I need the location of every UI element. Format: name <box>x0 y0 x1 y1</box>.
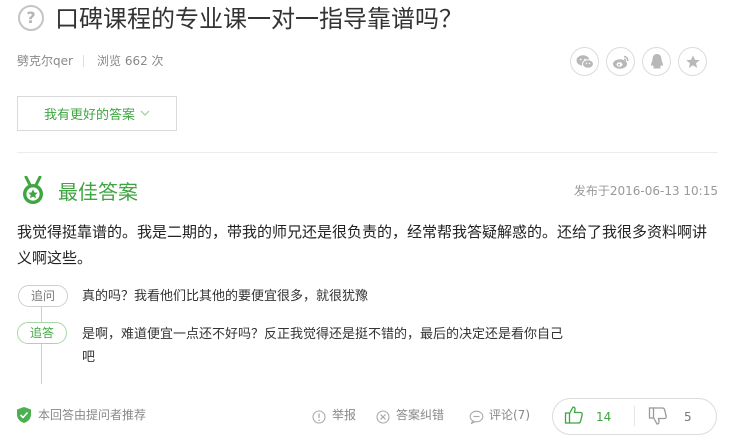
upvote-count: 14 <box>596 410 612 424</box>
meta-divider <box>83 55 84 67</box>
followup-question-tag: 追问 <box>18 285 68 307</box>
question-circle-icon: ? <box>18 5 44 31</box>
thumbs-down-icon[interactable] <box>648 406 668 430</box>
comments-link[interactable]: 评论(7) <box>489 407 530 423</box>
question-title: 口碑课程的专业课一对一指导靠谱吗？ <box>55 5 463 33</box>
report-link[interactable]: 举报 <box>332 407 356 423</box>
correction-icon[interactable] <box>376 409 390 428</box>
better-answer-button[interactable]: 我有更好的答案 <box>17 96 177 131</box>
answer-text: 我觉得挺靠谱的。我是二期的，带我的师兄还是很负责的，经常帮我答疑解惑的。还给了我… <box>17 223 708 267</box>
followup-answer-tag: 追答 <box>17 322 67 344</box>
weibo-icon[interactable] <box>606 47 635 76</box>
view-count: 浏览 662 次 <box>97 54 164 68</box>
better-answer-label: 我有更好的答案 <box>43 108 135 123</box>
comment-icon[interactable] <box>469 409 484 428</box>
section-divider <box>17 152 718 153</box>
qq-icon[interactable] <box>642 47 671 76</box>
author-name[interactable]: 劈克尔qer <box>17 53 73 69</box>
downvote-count: 5 <box>684 410 692 424</box>
wechat-icon[interactable] <box>570 47 599 76</box>
recommended-note: 本回答由提问者推荐 <box>38 408 147 422</box>
shield-check-icon <box>16 406 32 428</box>
vote-divider <box>634 406 635 426</box>
publish-time: 发布于2016-06-13 10:15 <box>573 184 718 198</box>
best-answer-medal-icon <box>20 175 46 210</box>
followup-answer-text: 是啊，难道便宜一点还不好吗？反正我觉得还是挺不错的，最后的决定还是看你自己吧 <box>82 327 564 365</box>
followup-question-text: 真的吗？我看他们比其他的要便宜很多，就很犹豫 <box>82 289 369 304</box>
chevron-down-icon <box>140 108 150 119</box>
report-icon[interactable] <box>312 409 326 428</box>
favorite-star-icon[interactable] <box>678 47 707 76</box>
thread-line <box>41 306 42 384</box>
correction-link[interactable]: 答案纠错 <box>396 407 444 423</box>
best-answer-heading: 最佳答案 <box>58 180 138 204</box>
thumbs-up-icon[interactable] <box>564 405 584 429</box>
